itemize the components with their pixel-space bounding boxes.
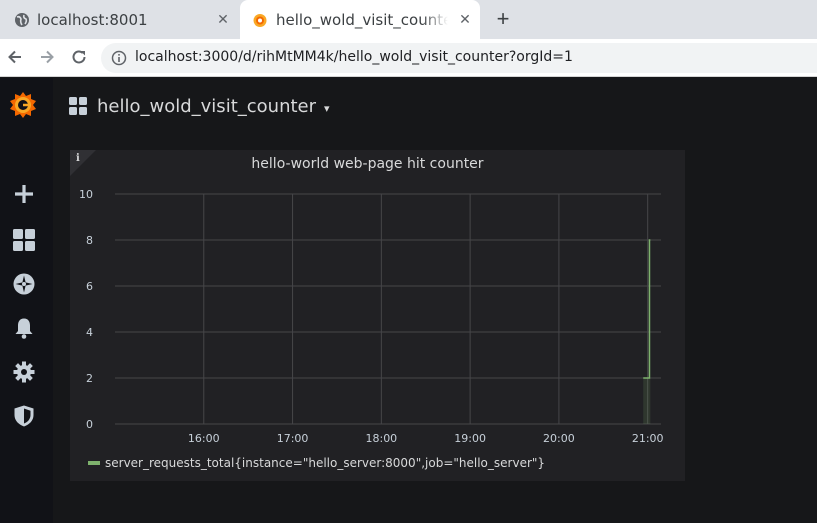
y-tick-label: 10 [79, 188, 93, 201]
legend-item[interactable]: server_requests_total{instance="hello_se… [88, 456, 545, 470]
panel-title[interactable]: hello-world web-page hit counter [70, 156, 665, 172]
close-tab-icon[interactable]: ✕ [214, 10, 232, 28]
browser-tab-hello-wold-visit-counter[interactable]: hello_wold_visit_counter ✕ [240, 0, 480, 39]
x-tick-label: 19:00 [454, 432, 486, 445]
forward-arrow-icon[interactable] [37, 47, 57, 67]
x-tick-label: 21:00 [632, 432, 664, 445]
url-text: localhost:3000/d/rihMtMM4k/hello_wold_vi… [135, 49, 573, 65]
explore-icon[interactable] [12, 272, 36, 296]
browser-tab-bar: localhost:8001 ✕ hello_wold_visit_counte… [0, 0, 817, 39]
y-tick-label: 4 [86, 326, 93, 339]
globe-icon [15, 13, 29, 27]
dashboard-title: hello_wold_visit_counter [97, 95, 317, 117]
caret-down-icon: ▾ [324, 102, 330, 115]
plus-icon[interactable] [12, 182, 36, 206]
y-tick-label: 2 [86, 372, 93, 385]
graph-panel: 0 2 4 6 8 10 16:00 17:00 18:00 19:00 20:00 21:00 i… [70, 150, 685, 481]
x-tick-label: 17:00 [277, 432, 309, 445]
close-tab-icon[interactable]: ✕ [456, 10, 474, 28]
y-tick-label: 6 [86, 280, 93, 293]
x-tick-label: 20:00 [543, 432, 575, 445]
grafana-logo-icon[interactable] [8, 90, 38, 120]
y-tick-label: 8 [86, 234, 93, 247]
dashboard-grid-icon [69, 97, 87, 115]
address-bar[interactable]: localhost:3000/d/rihMtMM4k/hello_wold_vi… [101, 43, 817, 73]
legend-label: server_requests_total{instance="hello_se… [105, 456, 546, 470]
legend-swatch [88, 461, 100, 465]
new-tab-button[interactable]: + [492, 8, 514, 30]
browser-toolbar: localhost:3000/d/rihMtMM4k/hello_wold_vi… [0, 39, 817, 77]
tab-title: localhost:8001 [37, 11, 148, 29]
reload-icon[interactable] [69, 47, 89, 67]
gear-icon[interactable] [12, 360, 36, 384]
back-arrow-icon[interactable] [5, 47, 25, 67]
site-info-icon[interactable] [111, 50, 127, 66]
x-tick-label: 18:00 [365, 432, 397, 445]
series-line [643, 239, 651, 379]
grafana-side-menu [0, 78, 53, 523]
shield-icon[interactable] [12, 404, 36, 428]
chart: 0 2 4 6 8 10 16:00 17:00 18:00 19:00 20:00 21:00 [79, 188, 664, 445]
dashboard-main: hello_wold_visit_counter ▾ 0 2 4 6 8 10 16:00… [53, 78, 817, 523]
grafana-icon [253, 14, 267, 27]
bell-icon[interactable] [12, 316, 36, 340]
x-tick-label: 16:00 [188, 432, 220, 445]
dashboards-icon[interactable] [12, 228, 36, 252]
browser-tab-localhost-8001[interactable]: localhost:8001 ✕ [0, 0, 238, 39]
dashboard-title-picker[interactable]: hello_wold_visit_counter ▾ [69, 94, 330, 118]
y-tick-label: 0 [86, 418, 93, 431]
tab-title: hello_wold_visit_counter [276, 11, 448, 29]
